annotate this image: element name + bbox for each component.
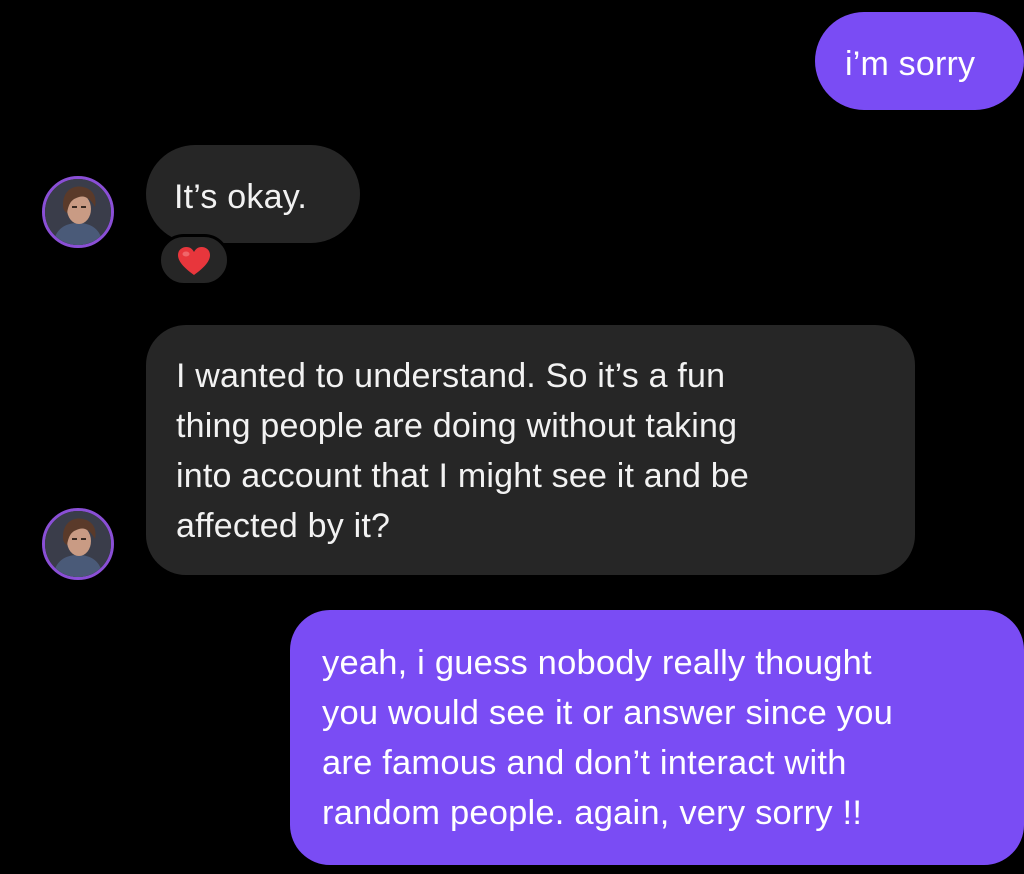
incoming-message-bubble[interactable]: It’s okay. [146, 145, 360, 243]
incoming-message-bubble[interactable]: I wanted to understand. So it’s a fun th… [146, 325, 915, 575]
chat-thread: i’m sorry It’s okay. I wanted to underst… [0, 0, 1024, 874]
outgoing-message-bubble[interactable]: yeah, i guess nobody really thought you … [290, 610, 1024, 865]
heart-reaction[interactable] [158, 234, 230, 286]
avatar[interactable] [42, 176, 114, 248]
profile-photo-icon [45, 511, 111, 577]
avatar[interactable] [42, 508, 114, 580]
outgoing-message-bubble[interactable]: i’m sorry [815, 12, 1024, 110]
heart-icon [178, 247, 210, 275]
profile-photo-icon [45, 179, 111, 245]
